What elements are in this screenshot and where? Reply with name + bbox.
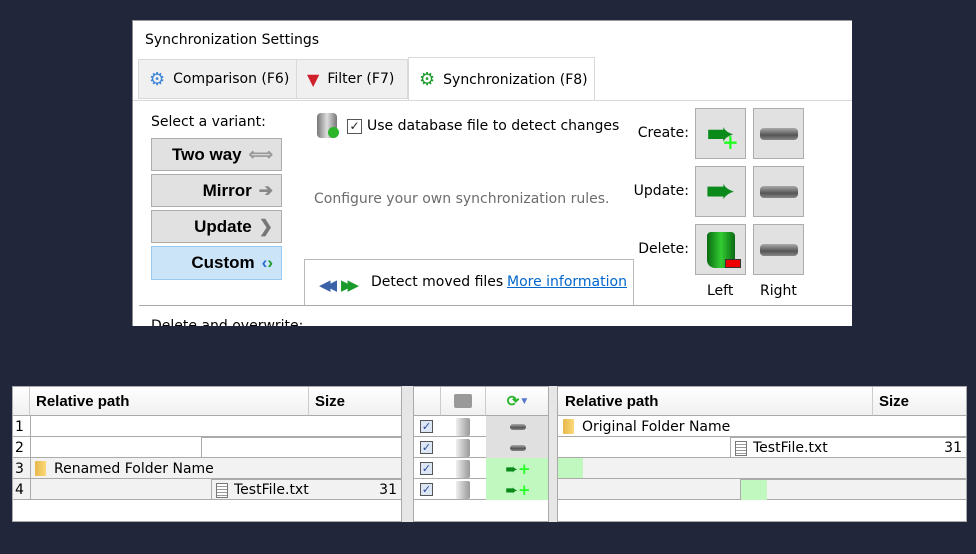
- delete-label: Delete:: [638, 241, 689, 257]
- move-left-icon: ◀◀: [319, 276, 337, 294]
- variant-mirror-button[interactable]: Mirror ➔: [151, 174, 282, 207]
- right-column-label: Right: [760, 283, 797, 299]
- gear-green-icon: ⚙: [419, 69, 436, 90]
- tab-comparison[interactable]: ⚙ Comparison (F6): [138, 59, 297, 99]
- folder-icon: [35, 461, 46, 476]
- row-checkbox[interactable]: ✓: [420, 441, 433, 454]
- row-checkbox[interactable]: ✓: [420, 462, 433, 475]
- middle-action-grid[interactable]: ⟳ ▼ ✓ ✓ ✓ ➨+ ✓ ➨+: [413, 386, 549, 522]
- delete-left-button[interactable]: [695, 224, 746, 275]
- table-row[interactable]: Original Folder Name: [558, 416, 966, 437]
- table-row[interactable]: [558, 479, 966, 500]
- none-icon: [759, 185, 798, 198]
- move-right-icon: ▶▶: [341, 276, 359, 294]
- table-row[interactable]: 2: [13, 437, 401, 458]
- use-database-label: Use database file to detect changes: [367, 118, 620, 134]
- tab-filter[interactable]: ▼ Filter (F7): [296, 59, 408, 99]
- create-right-button[interactable]: [753, 108, 804, 159]
- delete-right-button[interactable]: [753, 224, 804, 275]
- variant-two-way-button[interactable]: Two way ⟺: [151, 138, 282, 171]
- table-row[interactable]: [558, 458, 966, 479]
- magnifier-icon: [454, 394, 472, 408]
- file-icon: [216, 482, 228, 498]
- left-file-grid[interactable]: Relative path Size 1 2 3 Renamed Folder N…: [12, 386, 402, 522]
- header-relative-path[interactable]: Relative path: [30, 387, 309, 416]
- variant-label: Select a variant:: [151, 114, 266, 130]
- header-relative-path[interactable]: Relative path: [558, 387, 873, 416]
- create-left-icon: ➨+: [505, 480, 531, 499]
- table-row[interactable]: ✓ ➨+: [414, 458, 548, 479]
- variant-custom-button[interactable]: Custom ‹›: [151, 246, 282, 280]
- sync-action-cell[interactable]: ➨+: [486, 458, 548, 479]
- detect-moved-box: ◀◀ ▶▶ Detect moved files More informatio…: [304, 259, 634, 306]
- gear-blue-icon: ⚙: [149, 68, 166, 90]
- update-label: Update:: [633, 183, 689, 199]
- category-icon: [456, 480, 470, 499]
- sync-action-cell[interactable]: ➨+: [486, 479, 548, 500]
- table-row[interactable]: 3 Renamed Folder Name: [13, 458, 401, 479]
- none-icon: [759, 127, 798, 140]
- dialog-title: Synchronization Settings: [145, 32, 320, 48]
- create-icon: ➨ +: [706, 113, 739, 154]
- dropdown-arrow-icon: ▼: [519, 395, 530, 407]
- header-size[interactable]: Size: [873, 387, 966, 416]
- custom-arrows-icon: ‹›: [261, 253, 273, 272]
- right-file-grid[interactable]: Relative path Size Original Folder Name …: [557, 386, 967, 522]
- create-left-icon: ➨+: [505, 459, 531, 478]
- category-icon: [456, 459, 470, 478]
- more-information-link[interactable]: More information: [507, 274, 627, 290]
- placeholder-folder-icon: [558, 458, 583, 478]
- sync-action-header[interactable]: ⟳ ▼: [486, 387, 548, 416]
- category-icon: [456, 417, 470, 436]
- table-row[interactable]: ✓: [414, 437, 548, 458]
- delete-overwrite-label: Delete and overwrite:: [151, 318, 304, 326]
- recycle-icon: [706, 231, 741, 268]
- arrow-right-icon: ➔: [258, 180, 273, 200]
- tab-divider: [133, 100, 852, 101]
- header-size[interactable]: Size: [309, 387, 401, 416]
- update-icon: ➨: [705, 171, 736, 212]
- compare-view-button[interactable]: [441, 387, 486, 416]
- row-checkbox[interactable]: ✓: [420, 483, 433, 496]
- table-row[interactable]: 1: [13, 416, 401, 437]
- sync-settings-panel: Synchronization Settings ⚙ Comparison (F6…: [132, 20, 852, 326]
- table-row[interactable]: TestFile.txt 31: [558, 437, 966, 458]
- placeholder-file-icon: [741, 480, 767, 500]
- create-left-button[interactable]: ➨ +: [695, 108, 746, 159]
- none-icon: [759, 243, 798, 256]
- table-row[interactable]: ✓ ➨+: [414, 479, 548, 500]
- left-column-label: Left: [707, 283, 734, 299]
- use-database-checkbox[interactable]: ✓: [347, 119, 362, 134]
- sync-action-cell[interactable]: [486, 437, 548, 458]
- category-icon: [456, 438, 470, 457]
- funnel-icon: ▼: [307, 69, 320, 89]
- section-divider: [139, 305, 852, 306]
- splitter-left[interactable]: [402, 386, 413, 522]
- create-label: Create:: [637, 125, 689, 141]
- update-right-button[interactable]: [753, 166, 804, 217]
- database-icon: [317, 113, 339, 138]
- table-row[interactable]: ✓: [414, 416, 548, 437]
- detect-moved-label: Detect moved files: [371, 274, 504, 290]
- tab-synchronization[interactable]: ⚙ Synchronization (F8): [408, 57, 595, 101]
- row-checkbox[interactable]: ✓: [420, 420, 433, 433]
- file-icon: [735, 440, 747, 456]
- chevron-right-icon: ❯: [258, 216, 273, 236]
- splitter-right[interactable]: [549, 386, 557, 522]
- update-left-button[interactable]: ➨: [695, 166, 746, 217]
- double-arrow-icon: ⟺: [248, 144, 273, 164]
- sync-icon: ⟳: [506, 393, 520, 410]
- table-row[interactable]: 4 TestFile.txt 31: [13, 479, 401, 500]
- none-icon: [510, 423, 526, 430]
- none-icon: [510, 444, 526, 451]
- variant-update-button[interactable]: Update ❯: [151, 210, 282, 243]
- folder-icon: [563, 419, 574, 434]
- variant-description: Configure your own synchronization rules…: [314, 191, 610, 207]
- sync-action-cell[interactable]: [486, 416, 548, 437]
